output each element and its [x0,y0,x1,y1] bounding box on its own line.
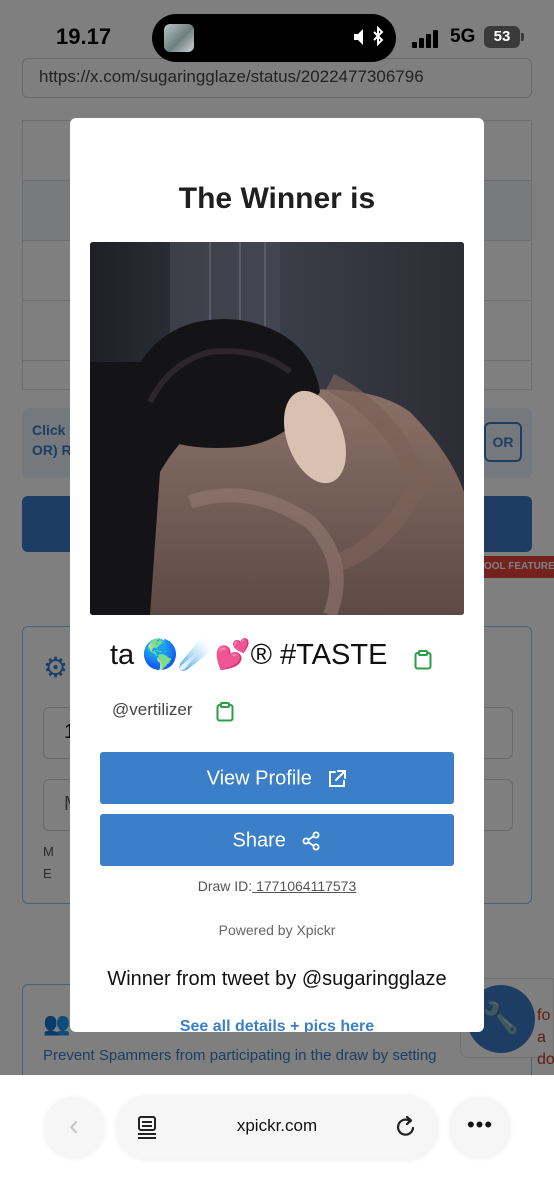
url-domain: xpickr.com [236,1116,318,1135]
draw-id-link[interactable]: 1771064117573 [252,878,356,894]
see-all-details-link[interactable]: See all details + pics here [70,1018,484,1032]
winner-source-text: Winner from tweet by @sugaringglaze [107,968,447,990]
copy-handle-clipboard-icon[interactable] [216,702,234,722]
dynamic-island[interactable] [152,14,396,62]
status-bar: 19.17 5G 53 [0,0,554,78]
view-profile-label: View Profile [206,767,312,790]
winner-handle: @vertilizer [112,700,193,719]
powered-by: Powered by Xpickr [218,922,336,938]
reload-icon[interactable] [394,1115,418,1139]
winner-name-row: ta 🌎☄️💕® #TASTE [110,638,387,678]
winner-modal: The Winner is ta 🌎☄️💕® #TASTE @vertilize… [70,118,484,1032]
network-type: 5G [450,26,476,47]
winner-profile-photo [90,242,464,615]
battery-icon: 53 [484,26,524,48]
mute-bluetooth-icon [352,25,386,53]
draw-id: Draw ID: 1771064117573 [70,878,484,894]
now-playing-thumbnail [164,24,194,52]
more-icon: ••• [466,1112,494,1137]
winner-display-name: ta 🌎☄️💕® #TASTE [110,639,388,671]
signal-icon [412,28,442,48]
share-label: Share [232,829,286,852]
share-icon [302,831,320,851]
share-button[interactable]: Share [100,814,454,866]
back-icon: ‹ [69,1109,79,1142]
draw-id-label: Draw ID: [197,878,253,894]
clock: 19.17 [56,24,112,49]
address-bar[interactable]: xpickr.com [116,1095,438,1159]
external-link-icon [329,769,347,787]
view-profile-button[interactable]: View Profile [100,752,454,804]
more-button[interactable]: ••• [450,1097,510,1157]
back-button[interactable]: ‹ [44,1097,104,1157]
copy-name-clipboard-icon[interactable] [414,650,432,670]
modal-title: The Winner is [178,182,376,215]
browser-toolbar: ‹ xpickr.com ••• [0,1075,554,1200]
